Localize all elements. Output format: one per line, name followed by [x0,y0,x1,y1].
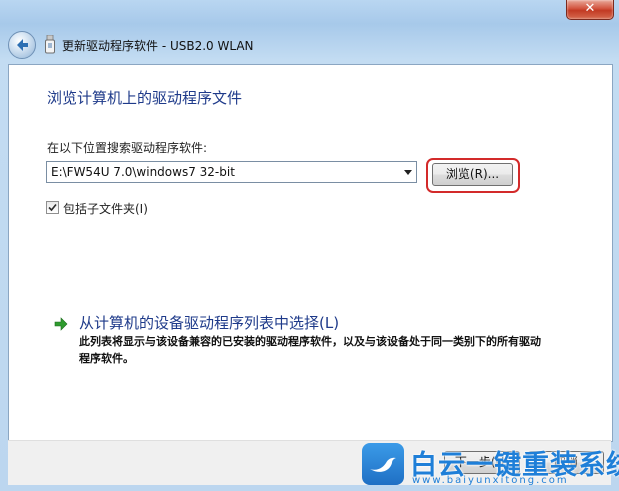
pick-from-list-description: 此列表将显示与该设备兼容的已安装的驱动程序软件，以及与该设备处于同一类别下的所有… [79,335,541,365]
green-arrow-icon [54,317,68,331]
close-button[interactable]: ✕ [566,0,614,20]
watermark-url: www.baiyunxitong.com [412,475,569,486]
browse-button[interactable]: 浏览(R)... [432,163,513,186]
back-arrow-icon [17,39,28,51]
dropdown-arrow-icon[interactable] [404,170,412,175]
title-bar: 更新驱动程序软件 - USB2.0 WLAN [0,28,619,62]
search-location-label: 在以下位置搜索驱动程序软件: [47,141,208,155]
page-heading: 浏览计算机上的驱动程序文件 [47,89,243,107]
path-combobox[interactable]: E:\FW54U 7.0\windows7 32-bit [46,161,417,183]
checkmark-icon [48,203,57,212]
back-button[interactable] [8,31,36,59]
browse-highlight: 浏览(R)... [426,158,520,193]
window-title: 更新驱动程序软件 - USB2.0 WLAN [62,39,254,53]
pick-from-list-link[interactable]: 从计算机的设备驱动程序列表中选择(L) [79,312,339,333]
usb-device-icon [45,35,55,54]
close-icon: ✕ [584,1,596,16]
content-area: 浏览计算机上的驱动程序文件 在以下位置搜索驱动程序软件: E:\FW54U 7.… [8,64,613,442]
path-value[interactable]: E:\FW54U 7.0\windows7 32-bit [51,165,235,179]
include-subfolders-label[interactable]: 包括子文件夹(I) [63,200,148,217]
include-subfolders-checkbox[interactable] [46,201,59,214]
window-frame: ✕ 更新驱动程序软件 - USB2.0 WLAN 浏览计算机上的驱动程序文件 在… [0,0,619,491]
bird-logo-icon [362,443,404,485]
